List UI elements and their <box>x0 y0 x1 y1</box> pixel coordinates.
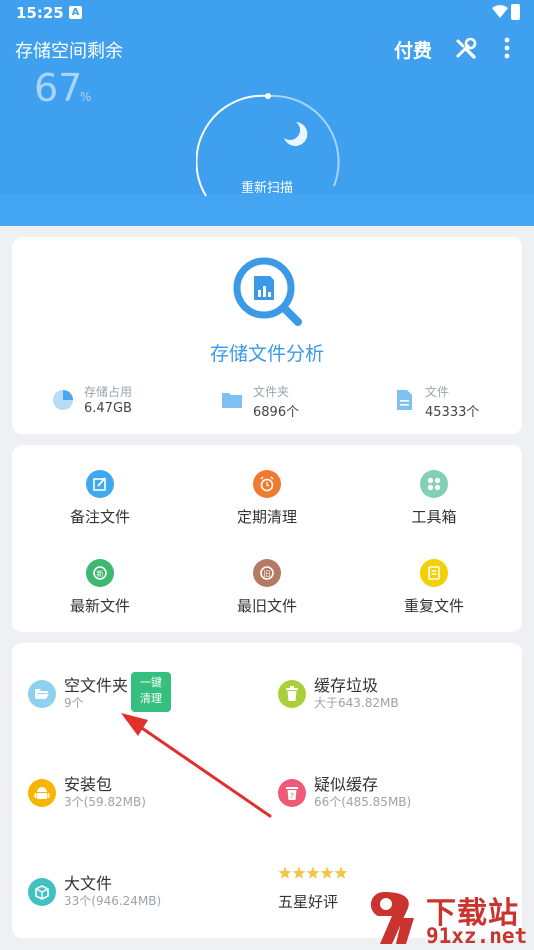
one-key-clean-button[interactable]: 一键 清理 <box>131 672 171 712</box>
five-star-icon <box>278 866 348 879</box>
storage-analysis-card[interactable]: 存储文件分析 存储占用 6.47GB 文件夹 6896个 文件 45333个 <box>12 237 522 434</box>
old-file-icon: 旧 <box>253 559 281 587</box>
status-time: 15:25 <box>16 4 64 22</box>
pay-button[interactable]: 付费 <box>394 36 432 63</box>
clean-sub: 66个(485.85MB) <box>314 795 412 809</box>
tool-scheduled-clean[interactable]: 定期清理 <box>182 470 352 527</box>
remaining-percent: 67 <box>34 66 83 110</box>
clean-title: 疑似缓存 <box>314 775 379 794</box>
duplicate-icon <box>420 559 448 587</box>
alarm-icon <box>253 470 281 498</box>
clean-sub: 3个(59.82MB) <box>64 795 146 809</box>
notification-icon: A <box>69 6 82 19</box>
rescan-button[interactable]: 重新扫描 <box>241 177 293 196</box>
suspect-cache-icon: ? <box>278 779 306 807</box>
storage-remaining-label: 存储空间剩余 <box>15 41 123 62</box>
stat-value: 6896个 <box>253 405 300 420</box>
one-key-line2: 清理 <box>140 692 162 705</box>
note-icon <box>86 470 114 498</box>
watermark-logo <box>370 892 414 944</box>
pie-chart-icon <box>53 390 73 410</box>
tool-duplicate-files[interactable]: 重复文件 <box>349 559 519 616</box>
folder-icon <box>222 393 242 408</box>
clean-title: 空文件夹 <box>64 676 129 695</box>
more-vertical-icon[interactable] <box>500 37 514 59</box>
storage-analysis-title: 存储文件分析 <box>209 343 324 365</box>
stat-label: 存储占用 <box>84 385 133 399</box>
stat-label: 文件夹 <box>253 385 290 399</box>
tools-icon[interactable] <box>455 37 477 59</box>
clean-sub: 33个(946.24MB) <box>64 894 162 908</box>
watermark: 下载站 91xz.net <box>364 888 532 950</box>
one-key-line1: 一键 <box>140 676 162 689</box>
stat-label: 文件 <box>425 385 450 399</box>
clean-title: 大文件 <box>64 874 113 893</box>
tool-label: 工具箱 <box>411 508 457 526</box>
tool-oldest-files[interactable]: 旧 最旧文件 <box>182 559 352 616</box>
tool-label: 最新文件 <box>69 597 130 615</box>
storage-analysis-icon <box>233 257 302 326</box>
clean-title: 缓存垃圾 <box>314 676 379 695</box>
tools-card: 备注文件 定期清理 工具箱 新 最新文件 旧 最旧文件 重复文件 <box>12 445 522 632</box>
percent-unit: % <box>80 90 92 104</box>
clean-sub: 9个 <box>64 696 84 710</box>
svg-text:旧: 旧 <box>264 570 271 578</box>
android-icon <box>28 779 56 807</box>
folder-open-icon <box>28 680 56 708</box>
tool-notes-files[interactable]: 备注文件 <box>15 470 185 527</box>
wifi-icon <box>492 5 508 18</box>
box-icon <box>28 878 56 906</box>
svg-text:?: ? <box>290 792 294 800</box>
watermark-url: 91xz.net <box>426 924 528 948</box>
new-file-icon: 新 <box>86 559 114 587</box>
tool-newest-files[interactable]: 新 最新文件 <box>15 559 185 616</box>
tool-label: 重复文件 <box>403 597 464 615</box>
status-bar: 15:25 A <box>0 0 534 28</box>
tool-toolbox[interactable]: 工具箱 <box>349 470 519 527</box>
svg-text:新: 新 <box>97 569 104 578</box>
stat-value: 6.47GB <box>84 401 132 416</box>
toolbox-icon <box>420 470 448 498</box>
tool-label: 最旧文件 <box>236 597 297 615</box>
tool-label: 备注文件 <box>69 508 130 526</box>
stat-value: 45333个 <box>425 405 480 420</box>
clean-sub: 大于643.82MB <box>314 696 399 710</box>
tool-label: 定期清理 <box>236 508 297 526</box>
clean-title: 安装包 <box>64 775 113 794</box>
file-icon <box>397 390 412 410</box>
battery-icon <box>511 4 520 20</box>
header: 15:25 A 存储空间剩余 付费 67 % 重新扫描 <box>0 0 534 226</box>
five-star-rating-button[interactable]: 五星好评 <box>278 891 338 912</box>
trash-icon <box>278 680 306 708</box>
